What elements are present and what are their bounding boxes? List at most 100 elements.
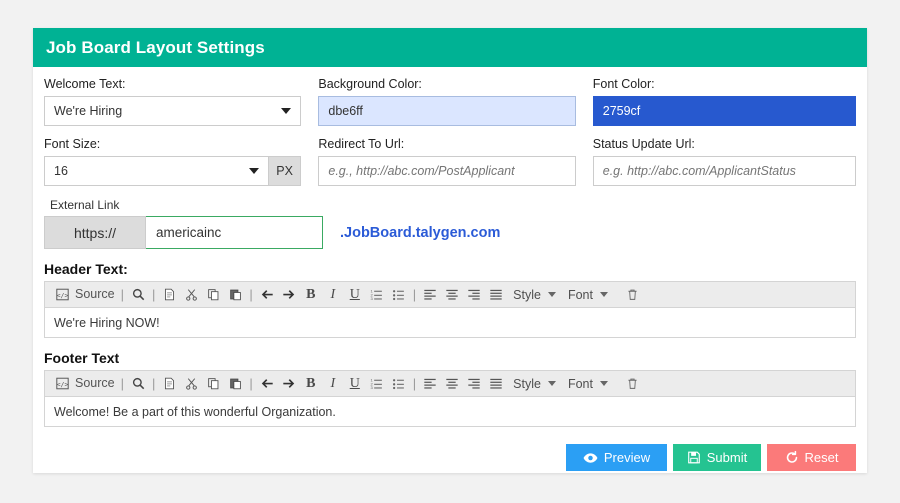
external-link-group: External Link https:// americainc .JobBo…	[44, 198, 856, 249]
refresh-icon	[785, 451, 799, 464]
redo-icon[interactable]	[278, 284, 300, 305]
background-color-input[interactable]: dbe6ff	[318, 96, 576, 126]
redirect-url-input[interactable]: e.g., http://abc.com/PostApplicant	[318, 156, 576, 186]
background-color-label: Background Color:	[318, 77, 422, 91]
toolbar-separator: |	[249, 376, 253, 391]
numbered-list-icon[interactable]: 123	[366, 373, 388, 394]
align-center-icon[interactable]	[441, 373, 463, 394]
cut-icon[interactable]	[180, 284, 202, 305]
bulleted-list-icon[interactable]	[388, 284, 410, 305]
style-dropdown[interactable]: Style	[507, 377, 543, 391]
align-justify-icon[interactable]	[485, 284, 507, 305]
reset-button-label: Reset	[804, 450, 839, 465]
chevron-down-icon[interactable]	[547, 292, 556, 297]
toolbar-separator: |	[120, 376, 124, 391]
copy-icon[interactable]	[202, 373, 224, 394]
font-color-value: 2759cf	[602, 104, 641, 118]
font-size-group: Font Size: 16 PX	[44, 126, 318, 186]
align-left-icon[interactable]	[419, 284, 441, 305]
search-icon[interactable]	[127, 284, 149, 305]
header-text-label: Header Text:	[44, 261, 128, 277]
welcome-text-label: Welcome Text:	[44, 77, 126, 91]
bulleted-list-icon[interactable]	[388, 373, 410, 394]
font-color-input[interactable]: 2759cf	[592, 96, 857, 126]
toolbar-separator: |	[249, 287, 253, 302]
underline-icon[interactable]: U	[344, 284, 366, 305]
align-justify-icon[interactable]	[485, 373, 507, 394]
svg-text:3: 3	[370, 296, 373, 301]
font-dropdown[interactable]: Font	[562, 377, 595, 391]
undo-icon[interactable]	[256, 373, 278, 394]
numbered-list-icon[interactable]: 123	[366, 284, 388, 305]
cut-icon[interactable]	[180, 373, 202, 394]
external-link-row: https:// americainc .JobBoard.talygen.co…	[44, 216, 856, 249]
italic-icon[interactable]: I	[322, 373, 344, 394]
bold-icon[interactable]: B	[300, 373, 322, 394]
align-right-icon[interactable]	[463, 373, 485, 394]
redo-icon[interactable]	[278, 373, 300, 394]
underline-icon[interactable]: U	[344, 373, 366, 394]
status-update-url-label: Status Update Url:	[592, 137, 695, 151]
external-link-input[interactable]: americainc	[146, 216, 323, 249]
save-icon	[687, 451, 701, 464]
card-body: Welcome Text: We're Hiring Background Co…	[33, 67, 867, 471]
search-icon[interactable]	[127, 373, 149, 394]
paste-icon[interactable]	[224, 284, 246, 305]
source-code-icon[interactable]: </>	[51, 373, 73, 394]
undo-icon[interactable]	[256, 284, 278, 305]
preview-button[interactable]: Preview	[566, 444, 667, 471]
font-size-control: 16 PX	[44, 156, 302, 186]
font-color-label: Font Color:	[592, 77, 655, 91]
reset-button[interactable]: Reset	[767, 444, 856, 471]
font-size-select[interactable]: 16	[44, 156, 269, 186]
source-button[interactable]: Source	[73, 373, 118, 394]
new-page-icon[interactable]	[158, 373, 180, 394]
font-dropdown[interactable]: Font	[562, 288, 595, 302]
header-text-content[interactable]: We're Hiring NOW!	[45, 308, 855, 337]
paste-icon[interactable]	[224, 373, 246, 394]
submit-button[interactable]: Submit	[673, 444, 761, 471]
font-color-group: Font Color: 2759cf	[592, 77, 857, 126]
source-code-icon[interactable]: </>	[51, 284, 73, 305]
action-bar: Preview Submit Reset	[44, 444, 856, 471]
footer-text-editor: </> Source | | | B I U 1 2 3 | Style Fon…	[44, 370, 856, 427]
header-editor-toolbar: </> Source | | | B I U 1 2 3 | Style Fon…	[45, 282, 855, 308]
eye-icon	[583, 452, 598, 464]
italic-icon[interactable]: I	[322, 284, 344, 305]
source-button[interactable]: Source	[73, 284, 118, 305]
trash-icon[interactable]	[622, 373, 644, 394]
header-text-editor: </> Source | | | B I U 1 2 3 | Style Fon…	[44, 281, 856, 338]
bold-icon[interactable]: B	[300, 284, 322, 305]
align-right-icon[interactable]	[463, 284, 485, 305]
new-page-icon[interactable]	[158, 284, 180, 305]
svg-text:</>: </>	[56, 380, 68, 388]
svg-text:</>: </>	[56, 291, 68, 299]
style-dropdown[interactable]: Style	[507, 288, 543, 302]
trash-icon[interactable]	[622, 284, 644, 305]
toolbar-separator: |	[412, 376, 417, 391]
svg-text:3: 3	[370, 385, 373, 390]
copy-icon[interactable]	[202, 284, 224, 305]
status-update-url-group: Status Update Url: e.g. http://abc.com/A…	[592, 126, 857, 186]
align-center-icon[interactable]	[441, 284, 463, 305]
status-update-url-input[interactable]: e.g. http://abc.com/ApplicantStatus	[592, 156, 857, 186]
chevron-down-icon[interactable]	[547, 381, 556, 386]
footer-text-label: Footer Text	[44, 350, 120, 366]
external-link-domain-suffix: .JobBoard.talygen.com	[340, 224, 501, 241]
welcome-text-value: We're Hiring	[54, 104, 123, 118]
footer-text-content[interactable]: Welcome! Be a part of this wonderful Org…	[45, 397, 855, 426]
page-title: Job Board Layout Settings	[46, 37, 265, 57]
redirect-url-group: Redirect To Url: e.g., http://abc.com/Po…	[318, 126, 592, 186]
job-board-settings-card: Job Board Layout Settings Welcome Text: …	[33, 28, 867, 473]
align-left-icon[interactable]	[419, 373, 441, 394]
welcome-text-select[interactable]: We're Hiring	[44, 96, 302, 126]
form-row-1: Welcome Text: We're Hiring Background Co…	[44, 77, 857, 126]
chevron-down-icon	[248, 168, 259, 174]
submit-button-label: Submit	[706, 450, 748, 465]
redirect-url-label: Redirect To Url:	[318, 137, 405, 151]
chevron-down-icon[interactable]	[599, 292, 608, 297]
chevron-down-icon	[281, 108, 292, 114]
toolbar-separator: |	[412, 287, 417, 302]
chevron-down-icon[interactable]	[599, 381, 608, 386]
font-size-value: 16	[54, 164, 68, 178]
